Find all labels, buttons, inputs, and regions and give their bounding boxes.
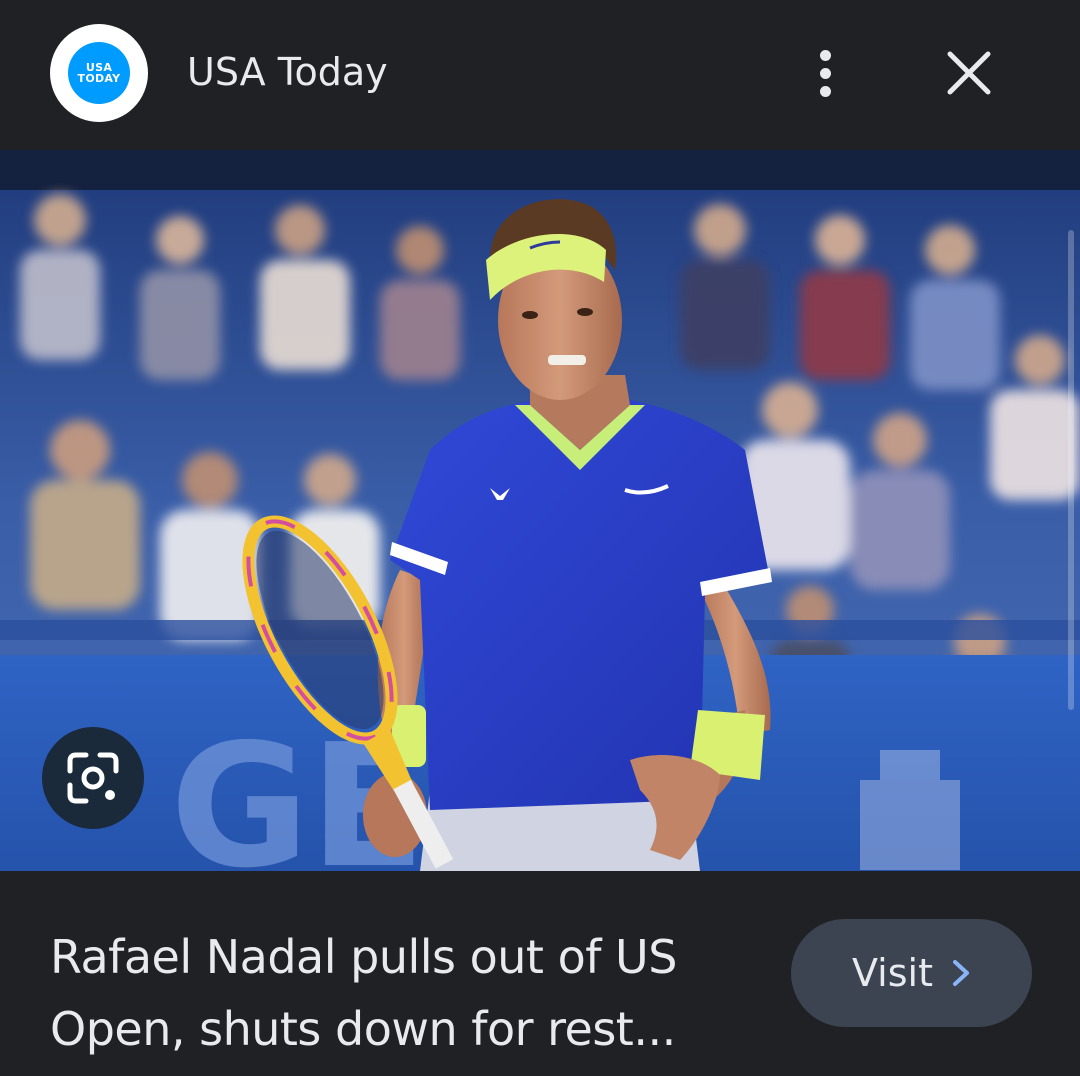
source-header: USA TODAY USA Today	[0, 0, 1080, 150]
tennis-player-photo: GE	[0, 150, 1080, 871]
article-headline[interactable]: Rafael Nadal pulls out of US Open, shuts…	[50, 921, 770, 1065]
close-icon	[947, 51, 991, 95]
chevron-right-icon	[952, 960, 969, 986]
more-vert-icon-dot	[819, 67, 831, 79]
image-viewer-card: USA TODAY USA Today GE Rafael Nadal pull…	[0, 0, 1080, 1076]
logo-line-2: TODAY	[77, 72, 121, 85]
visit-label: Visit	[852, 951, 933, 995]
google-lens-icon	[67, 752, 119, 804]
usa-today-logo-icon: USA TODAY	[68, 42, 130, 104]
scrollbar[interactable]	[1068, 230, 1074, 710]
google-lens-button[interactable]	[42, 727, 144, 829]
article-image[interactable]: GE	[0, 150, 1080, 871]
source-logo[interactable]: USA TODAY	[50, 24, 148, 122]
visit-button[interactable]: Visit	[791, 919, 1032, 1027]
close-button[interactable]	[940, 44, 998, 102]
more-vert-icon	[819, 49, 831, 61]
more-options-button[interactable]	[800, 40, 850, 106]
more-vert-icon-dot	[819, 85, 831, 97]
source-name[interactable]: USA Today	[187, 46, 388, 98]
article-footer: Rafael Nadal pulls out of US Open, shuts…	[0, 871, 1080, 1076]
